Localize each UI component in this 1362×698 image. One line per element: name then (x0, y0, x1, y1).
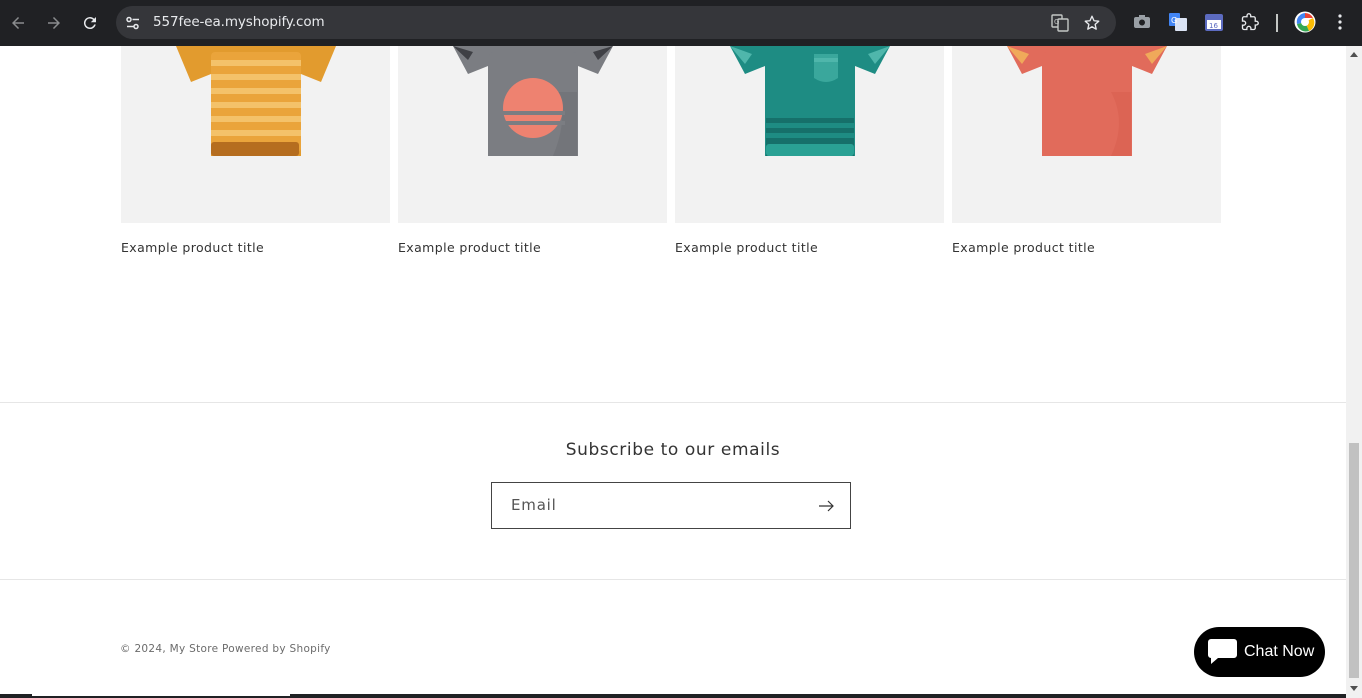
copyright-prefix: © 2024, (120, 643, 166, 655)
product-image[interactable] (952, 46, 1221, 223)
scroll-up-arrow-icon[interactable] (1350, 52, 1358, 57)
reload-icon[interactable] (78, 11, 102, 35)
svg-text:16: 16 (1209, 22, 1218, 30)
email-field[interactable]: Email (491, 482, 851, 529)
forward-icon[interactable] (42, 11, 66, 35)
bookmark-star-icon[interactable] (1082, 13, 1102, 33)
google-translate-extension-icon[interactable]: G (1168, 12, 1188, 32)
store-name-link[interactable]: My Store (170, 643, 219, 655)
back-icon[interactable] (6, 11, 30, 35)
product-image[interactable] (121, 46, 390, 223)
gray-sunset-tshirt-icon (453, 46, 613, 156)
calendar-extension-icon[interactable]: 16 (1204, 12, 1224, 32)
coral-tshirt-icon (1007, 46, 1167, 156)
svg-text:G: G (1171, 16, 1177, 25)
product-image[interactable] (398, 46, 667, 223)
address-bar[interactable]: 557fee-ea.myshopify.com G (116, 6, 1116, 39)
profile-avatar-icon[interactable] (1294, 11, 1316, 33)
teal-polo-shirt-icon (730, 46, 890, 156)
product-card[interactable]: Example product title (675, 46, 944, 255)
divider (0, 579, 1346, 580)
chat-label: Chat Now (1244, 643, 1315, 660)
product-title[interactable]: Example product title (675, 240, 944, 255)
page-scrollbar[interactable] (1346, 46, 1362, 698)
toolbar-divider (1276, 14, 1278, 32)
scrollbar-thumb[interactable] (1349, 443, 1359, 678)
product-card[interactable]: Example product title (121, 46, 390, 255)
chat-bubble-icon (1208, 639, 1237, 664)
product-card[interactable]: Example product title (398, 46, 667, 255)
camera-extension-icon[interactable] (1132, 12, 1152, 32)
chat-now-button[interactable]: Chat Now (1194, 627, 1325, 677)
url-text[interactable]: 557fee-ea.myshopify.com (153, 14, 325, 30)
scroll-down-arrow-icon[interactable] (1350, 686, 1358, 691)
product-card[interactable]: Example product title (952, 46, 1221, 255)
subscribe-arrow-icon[interactable] (818, 497, 836, 515)
powered-by-link[interactable]: Powered by Shopify (222, 643, 331, 655)
page-content: Example product title Example product ti… (0, 46, 1346, 698)
email-placeholder: Email (511, 496, 557, 514)
translate-icon[interactable]: G (1050, 13, 1070, 33)
site-settings-icon[interactable] (123, 13, 143, 33)
taskbar-edge-highlight (32, 694, 290, 696)
svg-text:G: G (1054, 18, 1059, 26)
product-title[interactable]: Example product title (121, 240, 390, 255)
product-image[interactable] (675, 46, 944, 223)
browser-toolbar: 557fee-ea.myshopify.com G G 16 (0, 0, 1362, 46)
orange-striped-tshirt-icon (176, 46, 336, 156)
newsletter-title: Subscribe to our emails (565, 440, 781, 460)
product-title[interactable]: Example product title (952, 240, 1221, 255)
divider (0, 402, 1346, 403)
browser-menu-icon[interactable] (1330, 12, 1350, 32)
product-title[interactable]: Example product title (398, 240, 667, 255)
copyright: © 2024, My Store Powered by Shopify (120, 643, 331, 655)
extensions-puzzle-icon[interactable] (1240, 12, 1260, 32)
